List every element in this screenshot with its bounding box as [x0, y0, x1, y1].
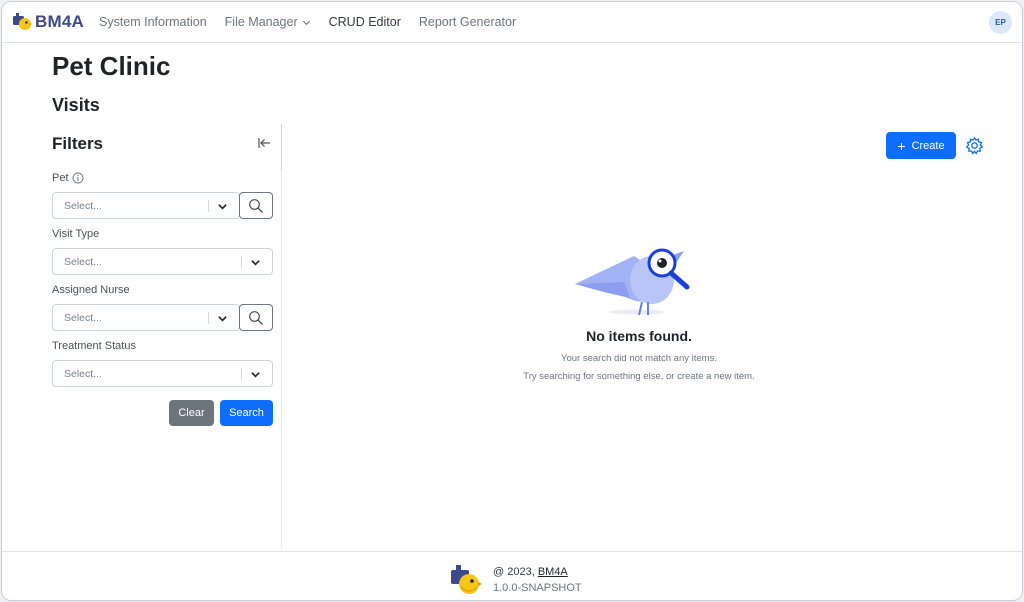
- select-placeholder: Select...: [64, 200, 102, 212]
- nav-crud-editor[interactable]: CRUD Editor: [320, 2, 410, 43]
- select-separator: [208, 200, 209, 212]
- chevron-down-icon: [218, 316, 227, 322]
- select-separator: [241, 256, 242, 268]
- bm4a-logo-icon: [451, 565, 482, 594]
- app-title: Pet Clinic: [52, 51, 171, 81]
- clear-button[interactable]: Clear: [169, 400, 214, 426]
- select-placeholder: Select...: [64, 368, 102, 380]
- select-separator: [208, 312, 209, 324]
- bm4a-logo-icon: [13, 13, 32, 30]
- chevron-down-icon: [302, 20, 310, 25]
- chevron-down-icon: [251, 372, 260, 378]
- info-icon[interactable]: [72, 172, 84, 184]
- footer: @ 2023, BM4A 1.0.0-SNAPSHOT: [2, 551, 1022, 600]
- select-placeholder: Select...: [64, 312, 102, 324]
- footer-brand-link[interactable]: BM4A: [538, 566, 568, 578]
- treatment-status-label: Treatment Status: [52, 340, 136, 352]
- field-label-text: Treatment Status: [52, 340, 136, 352]
- pet-lookup-button[interactable]: [239, 192, 273, 219]
- filters-title: Filters: [52, 134, 104, 153]
- user-avatar[interactable]: EP: [989, 11, 1012, 34]
- empty-bird-illustration: [575, 248, 690, 316]
- chevron-down-icon: [251, 260, 260, 266]
- chevron-down-icon: [218, 204, 227, 210]
- search-icon: [249, 198, 263, 213]
- create-button[interactable]: + Create: [886, 132, 956, 159]
- brand-name: BM4A: [35, 12, 84, 31]
- select-separator: [241, 368, 242, 380]
- plus-icon: +: [897, 137, 906, 154]
- field-label-text: Pet: [52, 172, 69, 184]
- assigned-nurse-select[interactable]: Select...: [52, 304, 240, 331]
- field-label-text: Visit Type: [52, 228, 100, 240]
- visit-type-select[interactable]: Select...: [52, 248, 273, 275]
- empty-state-title: No items found.: [586, 328, 692, 344]
- empty-state-hint: Try searching for something else, or cre…: [523, 371, 755, 382]
- collapse-left-icon[interactable]: [256, 135, 272, 151]
- footer-version: 1.0.0-SNAPSHOT: [493, 582, 582, 594]
- field-label-text: Assigned Nurse: [52, 284, 130, 296]
- select-placeholder: Select...: [64, 256, 102, 268]
- filters-panel: Filters Pet Select... Visit Type Select.…: [52, 124, 282, 548]
- search-icon: [249, 310, 263, 325]
- visit-type-label: Visit Type: [52, 228, 99, 240]
- pet-label: Pet: [52, 172, 84, 184]
- brand-link[interactable]: BM4A: [12, 2, 84, 43]
- copyright-text: @ 2023,: [493, 566, 535, 578]
- pet-select[interactable]: Select...: [52, 192, 240, 219]
- search-button[interactable]: Search: [220, 400, 273, 426]
- nav-label: CRUD Editor: [328, 15, 401, 29]
- nav-system-information[interactable]: System Information: [90, 2, 216, 43]
- nav-label: Report Generator: [418, 15, 517, 29]
- nav-file-manager[interactable]: File Manager: [216, 2, 320, 43]
- treatment-status-select[interactable]: Select...: [52, 360, 273, 387]
- create-label: Create: [911, 139, 945, 152]
- nav-label: System Information: [98, 15, 207, 29]
- navbar: BM4A System Information File Manager CRU…: [2, 2, 1022, 43]
- nav-label: File Manager: [224, 15, 298, 29]
- assigned-nurse-lookup-button[interactable]: [239, 304, 273, 331]
- empty-state-message: Your search did not match any items.: [561, 353, 717, 364]
- nav-report-generator[interactable]: Report Generator: [410, 2, 525, 43]
- app-window: BM4A System Information File Manager CRU…: [1, 1, 1023, 601]
- gear-icon[interactable]: [965, 136, 984, 155]
- footer-copyright: @ 2023, BM4A: [493, 566, 568, 578]
- page-title: Visits: [52, 95, 100, 115]
- assigned-nurse-label: Assigned Nurse: [52, 284, 130, 296]
